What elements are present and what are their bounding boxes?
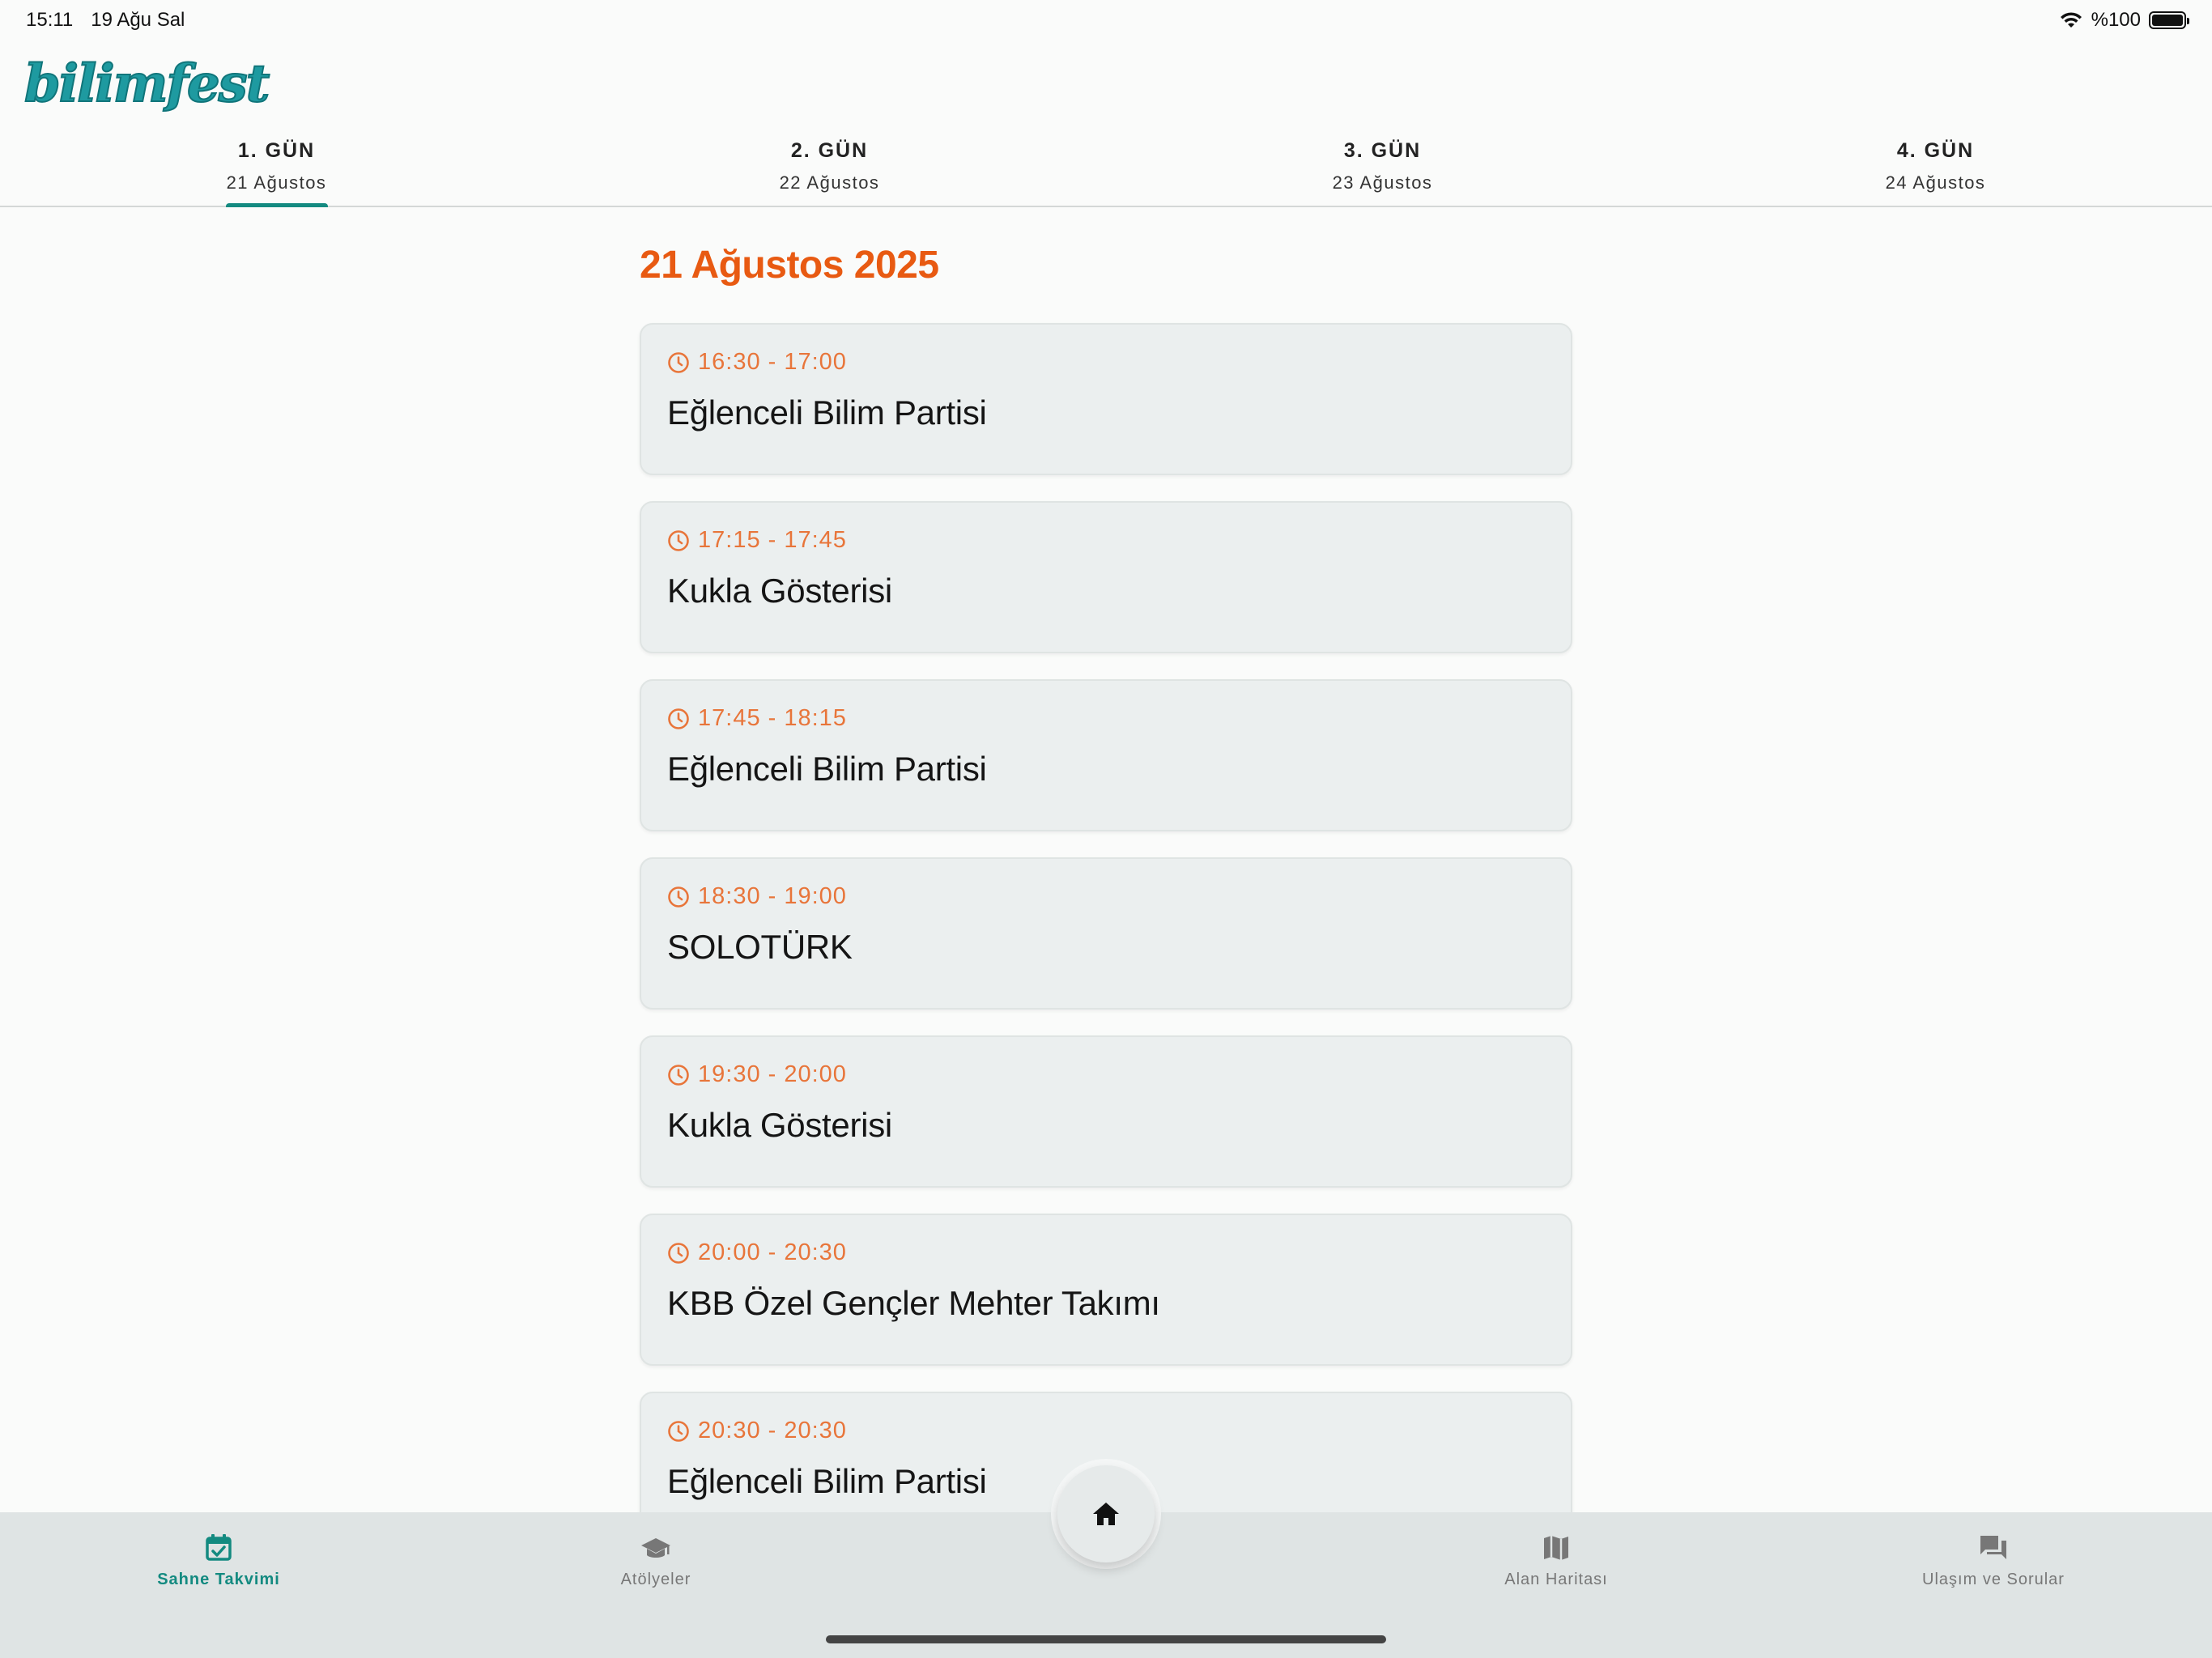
home-button[interactable] [1057, 1465, 1155, 1562]
nav-label: Ulaşım ve Sorular [1922, 1571, 2065, 1588]
event-title: Eğlenceli Bilim Partisi [667, 750, 987, 788]
event-title: Kukla Gösterisi [667, 572, 892, 610]
status-bar: 15:11 19 Ağu Sal %100 [0, 0, 2212, 40]
tab-day-title: 3. GÜN [1343, 139, 1422, 162]
tab-day-title: 1. GÜN [237, 139, 316, 162]
event-title: SOLOTÜRK [667, 928, 853, 966]
graduation-cap-icon [641, 1538, 670, 1558]
event-time: 20:00 - 20:30 [667, 1239, 1545, 1266]
clock-icon [668, 351, 689, 373]
tab-day-4[interactable]: 4. GÜN 24 Ağustos [1659, 130, 2212, 206]
clock-icon [668, 1420, 689, 1442]
event-time: 20:30 - 20:30 [667, 1418, 1545, 1444]
nav-item-alan-haritasi[interactable]: Alan Haritası [1338, 1512, 1775, 1658]
event-card[interactable]: 20:00 - 20:30 KBB Özel Gençler Mehter Ta… [640, 1214, 1572, 1366]
event-time-text: 18:30 - 19:00 [698, 883, 847, 909]
home-icon [1093, 1503, 1119, 1525]
event-time: 19:30 - 20:00 [667, 1061, 1545, 1088]
tab-day-date: 21 Ağustos [226, 172, 327, 193]
event-time-text: 17:15 - 17:45 [698, 527, 847, 553]
chat-icon [1980, 1536, 2006, 1559]
battery-percent: %100 [2091, 9, 2141, 31]
tab-day-title: 2. GÜN [790, 139, 869, 162]
status-date: 19 Ağu Sal [91, 9, 185, 31]
tab-day-2[interactable]: 2. GÜN 22 Ağustos [553, 130, 1106, 206]
day-tabs: 1. GÜN 21 Ağustos 2. GÜN 22 Ağustos 3. G… [0, 130, 2212, 207]
event-title: Eğlenceli Bilim Partisi [667, 393, 987, 432]
event-time-text: 19:30 - 20:00 [698, 1061, 847, 1087]
status-left: 15:11 19 Ağu Sal [26, 9, 185, 32]
tab-day-title: 4. GÜN [1896, 139, 1975, 162]
event-time: 17:45 - 18:15 [667, 705, 1545, 732]
map-icon [1544, 1536, 1568, 1560]
clock-icon [668, 529, 689, 551]
tab-day-3[interactable]: 3. GÜN 23 Ağustos [1106, 130, 1659, 206]
calendar-check-icon [206, 1534, 232, 1561]
clock-icon [668, 886, 689, 908]
clock-icon [668, 1064, 689, 1086]
event-card[interactable]: 18:30 - 19:00 SOLOTÜRK [640, 857, 1572, 1010]
nav-item-ulasim-ve-sorular[interactable]: Ulaşım ve Sorular [1775, 1512, 2212, 1658]
nav-label: Alan Haritası [1504, 1571, 1608, 1588]
clock-icon [668, 1242, 689, 1264]
event-card[interactable]: 16:30 - 17:00 Eğlenceli Bilim Partisi [640, 323, 1572, 475]
tab-day-date: 24 Ağustos [1885, 172, 1986, 193]
event-time-text: 17:45 - 18:15 [698, 705, 847, 731]
page-title: 21 Ağustos 2025 [640, 244, 939, 287]
event-time: 18:30 - 19:00 [667, 883, 1545, 910]
schedule-content: 21 Ağustos 2025 16:30 - 17:00 Eğlenceli … [640, 243, 1572, 1570]
tab-day-date: 23 Ağustos [1332, 172, 1433, 193]
nav-label: Sahne Takvimi [157, 1571, 280, 1588]
event-card[interactable]: 19:30 - 20:00 Kukla Gösterisi [640, 1035, 1572, 1188]
wifi-icon [2060, 12, 2082, 28]
event-title: Kukla Gösterisi [667, 1106, 892, 1144]
nav-label: Atölyeler [620, 1571, 691, 1588]
event-title: KBB Özel Gençler Mehter Takımı [667, 1284, 1160, 1322]
event-time-text: 20:00 - 20:30 [698, 1239, 847, 1265]
home-indicator[interactable] [826, 1635, 1386, 1643]
event-time: 16:30 - 17:00 [667, 349, 1545, 376]
event-time: 17:15 - 17:45 [667, 527, 1545, 554]
tab-day-date: 22 Ağustos [779, 172, 880, 193]
event-card[interactable]: 17:15 - 17:45 Kukla Gösterisi [640, 501, 1572, 653]
status-right: %100 [2059, 9, 2189, 32]
event-card[interactable]: 17:45 - 18:15 Eğlenceli Bilim Partisi [640, 679, 1572, 831]
clock-icon [668, 708, 689, 729]
nav-item-sahne-takvimi[interactable]: Sahne Takvimi [0, 1512, 437, 1658]
status-time: 15:11 [26, 9, 74, 31]
event-time-text: 16:30 - 17:00 [698, 349, 847, 375]
tab-day-1[interactable]: 1. GÜN 21 Ağustos [0, 130, 553, 206]
battery-icon [2149, 11, 2189, 29]
nav-item-atolyeler[interactable]: Atölyeler [437, 1512, 874, 1658]
event-time-text: 20:30 - 20:30 [698, 1418, 847, 1443]
bilimfest-logo[interactable]: bilimfest [23, 53, 270, 115]
